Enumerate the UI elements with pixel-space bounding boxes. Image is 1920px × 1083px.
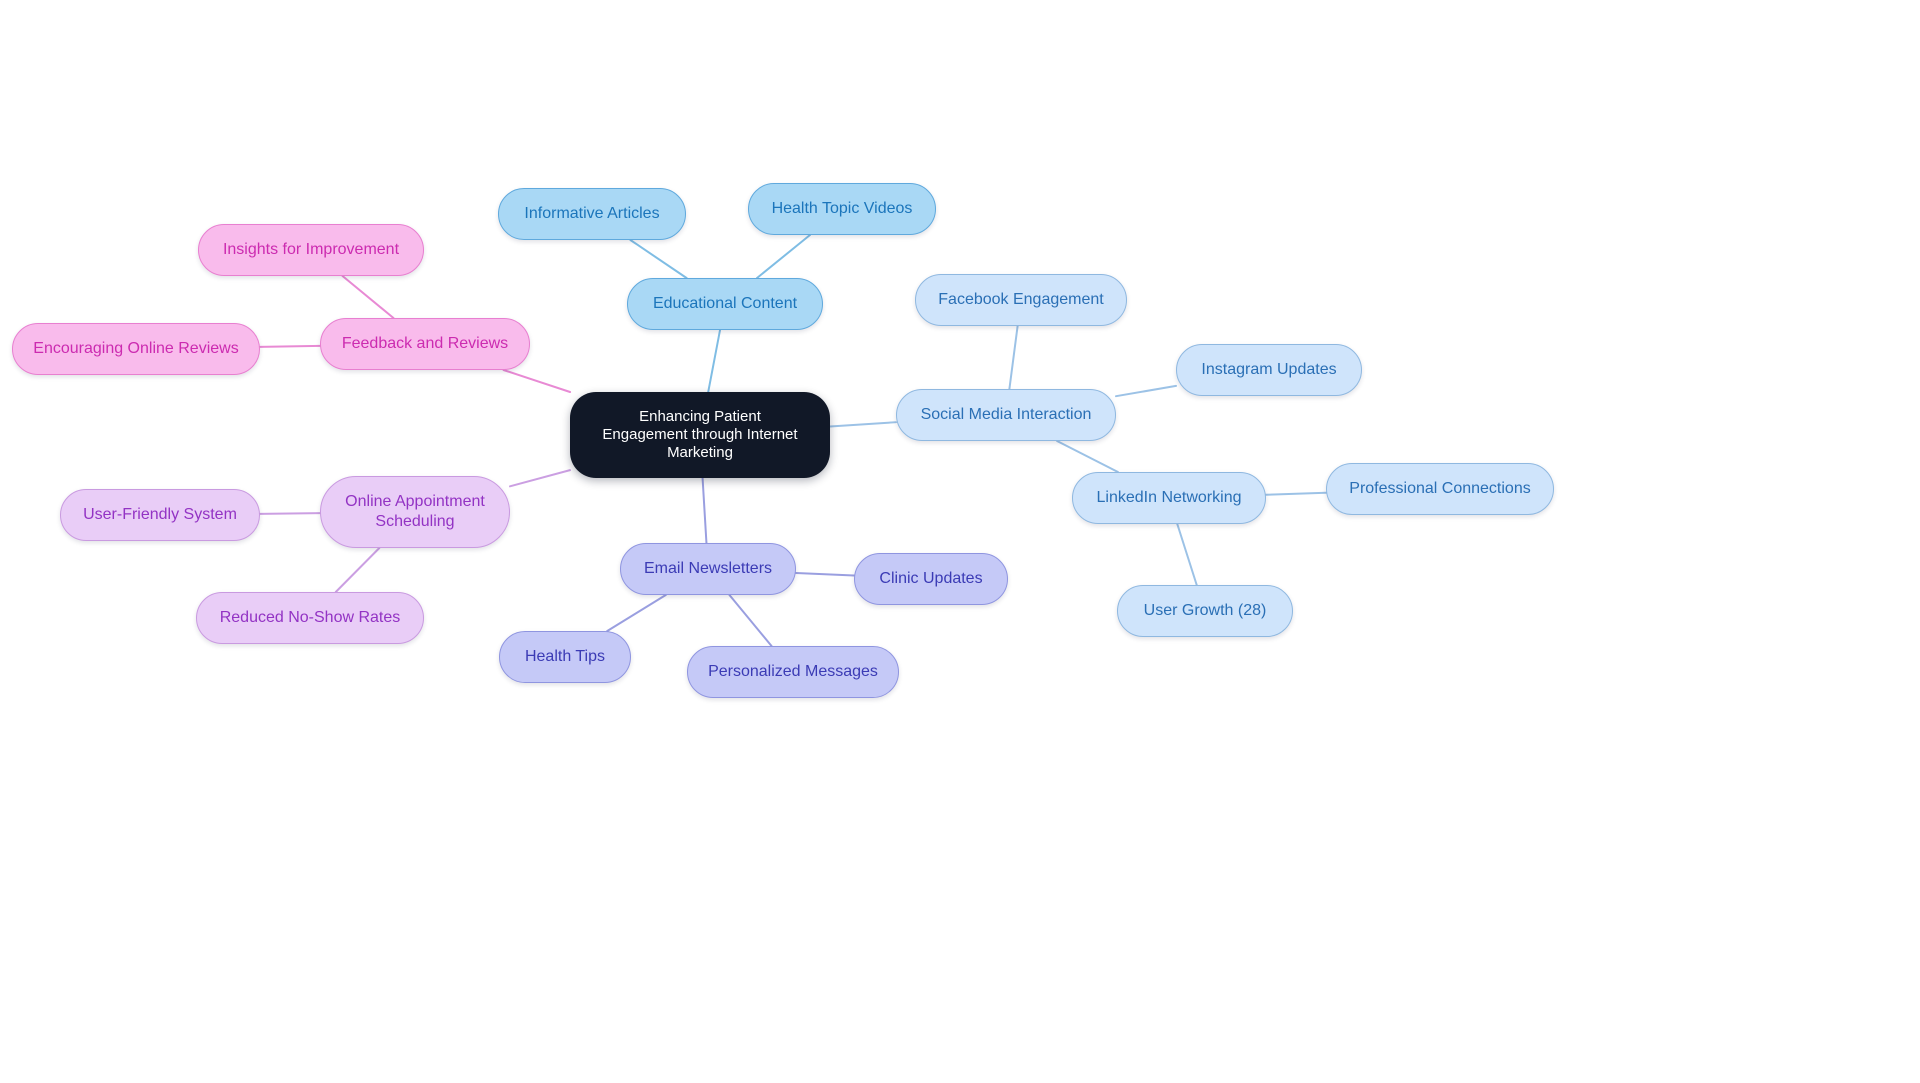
leaf-node-user-growth[interactable]: User Growth (28) bbox=[1117, 585, 1293, 637]
edge-root-online-appointment-scheduling bbox=[509, 469, 571, 488]
leaf-node-clinic-updates[interactable]: Clinic Updates bbox=[854, 553, 1008, 605]
edge-email-newsletters-personalized-messages bbox=[728, 594, 773, 647]
leaf-node-user-friendly-system[interactable]: User-Friendly System bbox=[60, 489, 260, 541]
edge-online-appointment-scheduling-user-friendly-system bbox=[259, 512, 321, 515]
leaf-node-health-tips[interactable]: Health Tips bbox=[499, 631, 631, 683]
leaf-node-health-topic-videos[interactable]: Health Topic Videos bbox=[748, 183, 936, 235]
edge-root-social-media-interaction bbox=[829, 421, 897, 428]
leaf-node-informative-articles[interactable]: Informative Articles bbox=[498, 188, 686, 240]
edge-root-email-newsletters bbox=[701, 477, 708, 544]
leaf-node-reduced-no-show-rates[interactable]: Reduced No-Show Rates bbox=[196, 592, 424, 644]
edge-linkedin-networking-user-growth bbox=[1176, 523, 1198, 586]
edge-email-newsletters-clinic-updates bbox=[795, 571, 855, 577]
branch-node-email-newsletters[interactable]: Email Newsletters bbox=[620, 543, 796, 595]
leaf-node-facebook-engagement[interactable]: Facebook Engagement bbox=[915, 274, 1127, 326]
branch-node-educational-content[interactable]: Educational Content bbox=[627, 278, 823, 330]
leaf-node-professional-connections[interactable]: Professional Connections bbox=[1326, 463, 1554, 515]
mindmap-canvas: Enhancing Patient Engagement through Int… bbox=[0, 0, 1920, 1083]
leaf-node-insights-for-improvement[interactable]: Insights for Improvement bbox=[198, 224, 424, 276]
leaf-node-instagram-updates[interactable]: Instagram Updates bbox=[1176, 344, 1362, 396]
edge-social-media-interaction-instagram-updates bbox=[1115, 384, 1177, 398]
leaf-node-personalized-messages[interactable]: Personalized Messages bbox=[687, 646, 899, 698]
edge-social-media-interaction-linkedin-networking bbox=[1056, 440, 1119, 473]
edge-feedback-and-reviews-insights-for-improvement bbox=[341, 275, 395, 319]
edge-educational-content-informative-articles bbox=[629, 239, 688, 279]
leaf-node-linkedin-networking[interactable]: LinkedIn Networking bbox=[1072, 472, 1266, 524]
edge-layer bbox=[259, 234, 1327, 647]
leaf-node-encouraging-online-reviews[interactable]: Encouraging Online Reviews bbox=[12, 323, 260, 375]
central-topic-node[interactable]: Enhancing Patient Engagement through Int… bbox=[570, 392, 830, 478]
edge-online-appointment-scheduling-reduced-no-show-rates bbox=[334, 547, 381, 593]
edge-linkedin-networking-professional-connections bbox=[1265, 491, 1327, 496]
edge-social-media-interaction-facebook-engagement bbox=[1008, 325, 1019, 390]
edge-educational-content-health-topic-videos bbox=[756, 234, 811, 279]
edge-email-newsletters-health-tips bbox=[606, 594, 667, 632]
branch-node-online-appointment-scheduling[interactable]: Online Appointment Scheduling bbox=[320, 476, 510, 548]
edge-root-feedback-and-reviews bbox=[502, 369, 572, 393]
edge-feedback-and-reviews-encouraging-online-reviews bbox=[259, 344, 321, 348]
branch-node-social-media-interaction[interactable]: Social Media Interaction bbox=[896, 389, 1116, 441]
branch-node-feedback-and-reviews[interactable]: Feedback and Reviews bbox=[320, 318, 530, 370]
edge-root-educational-content bbox=[707, 329, 722, 393]
